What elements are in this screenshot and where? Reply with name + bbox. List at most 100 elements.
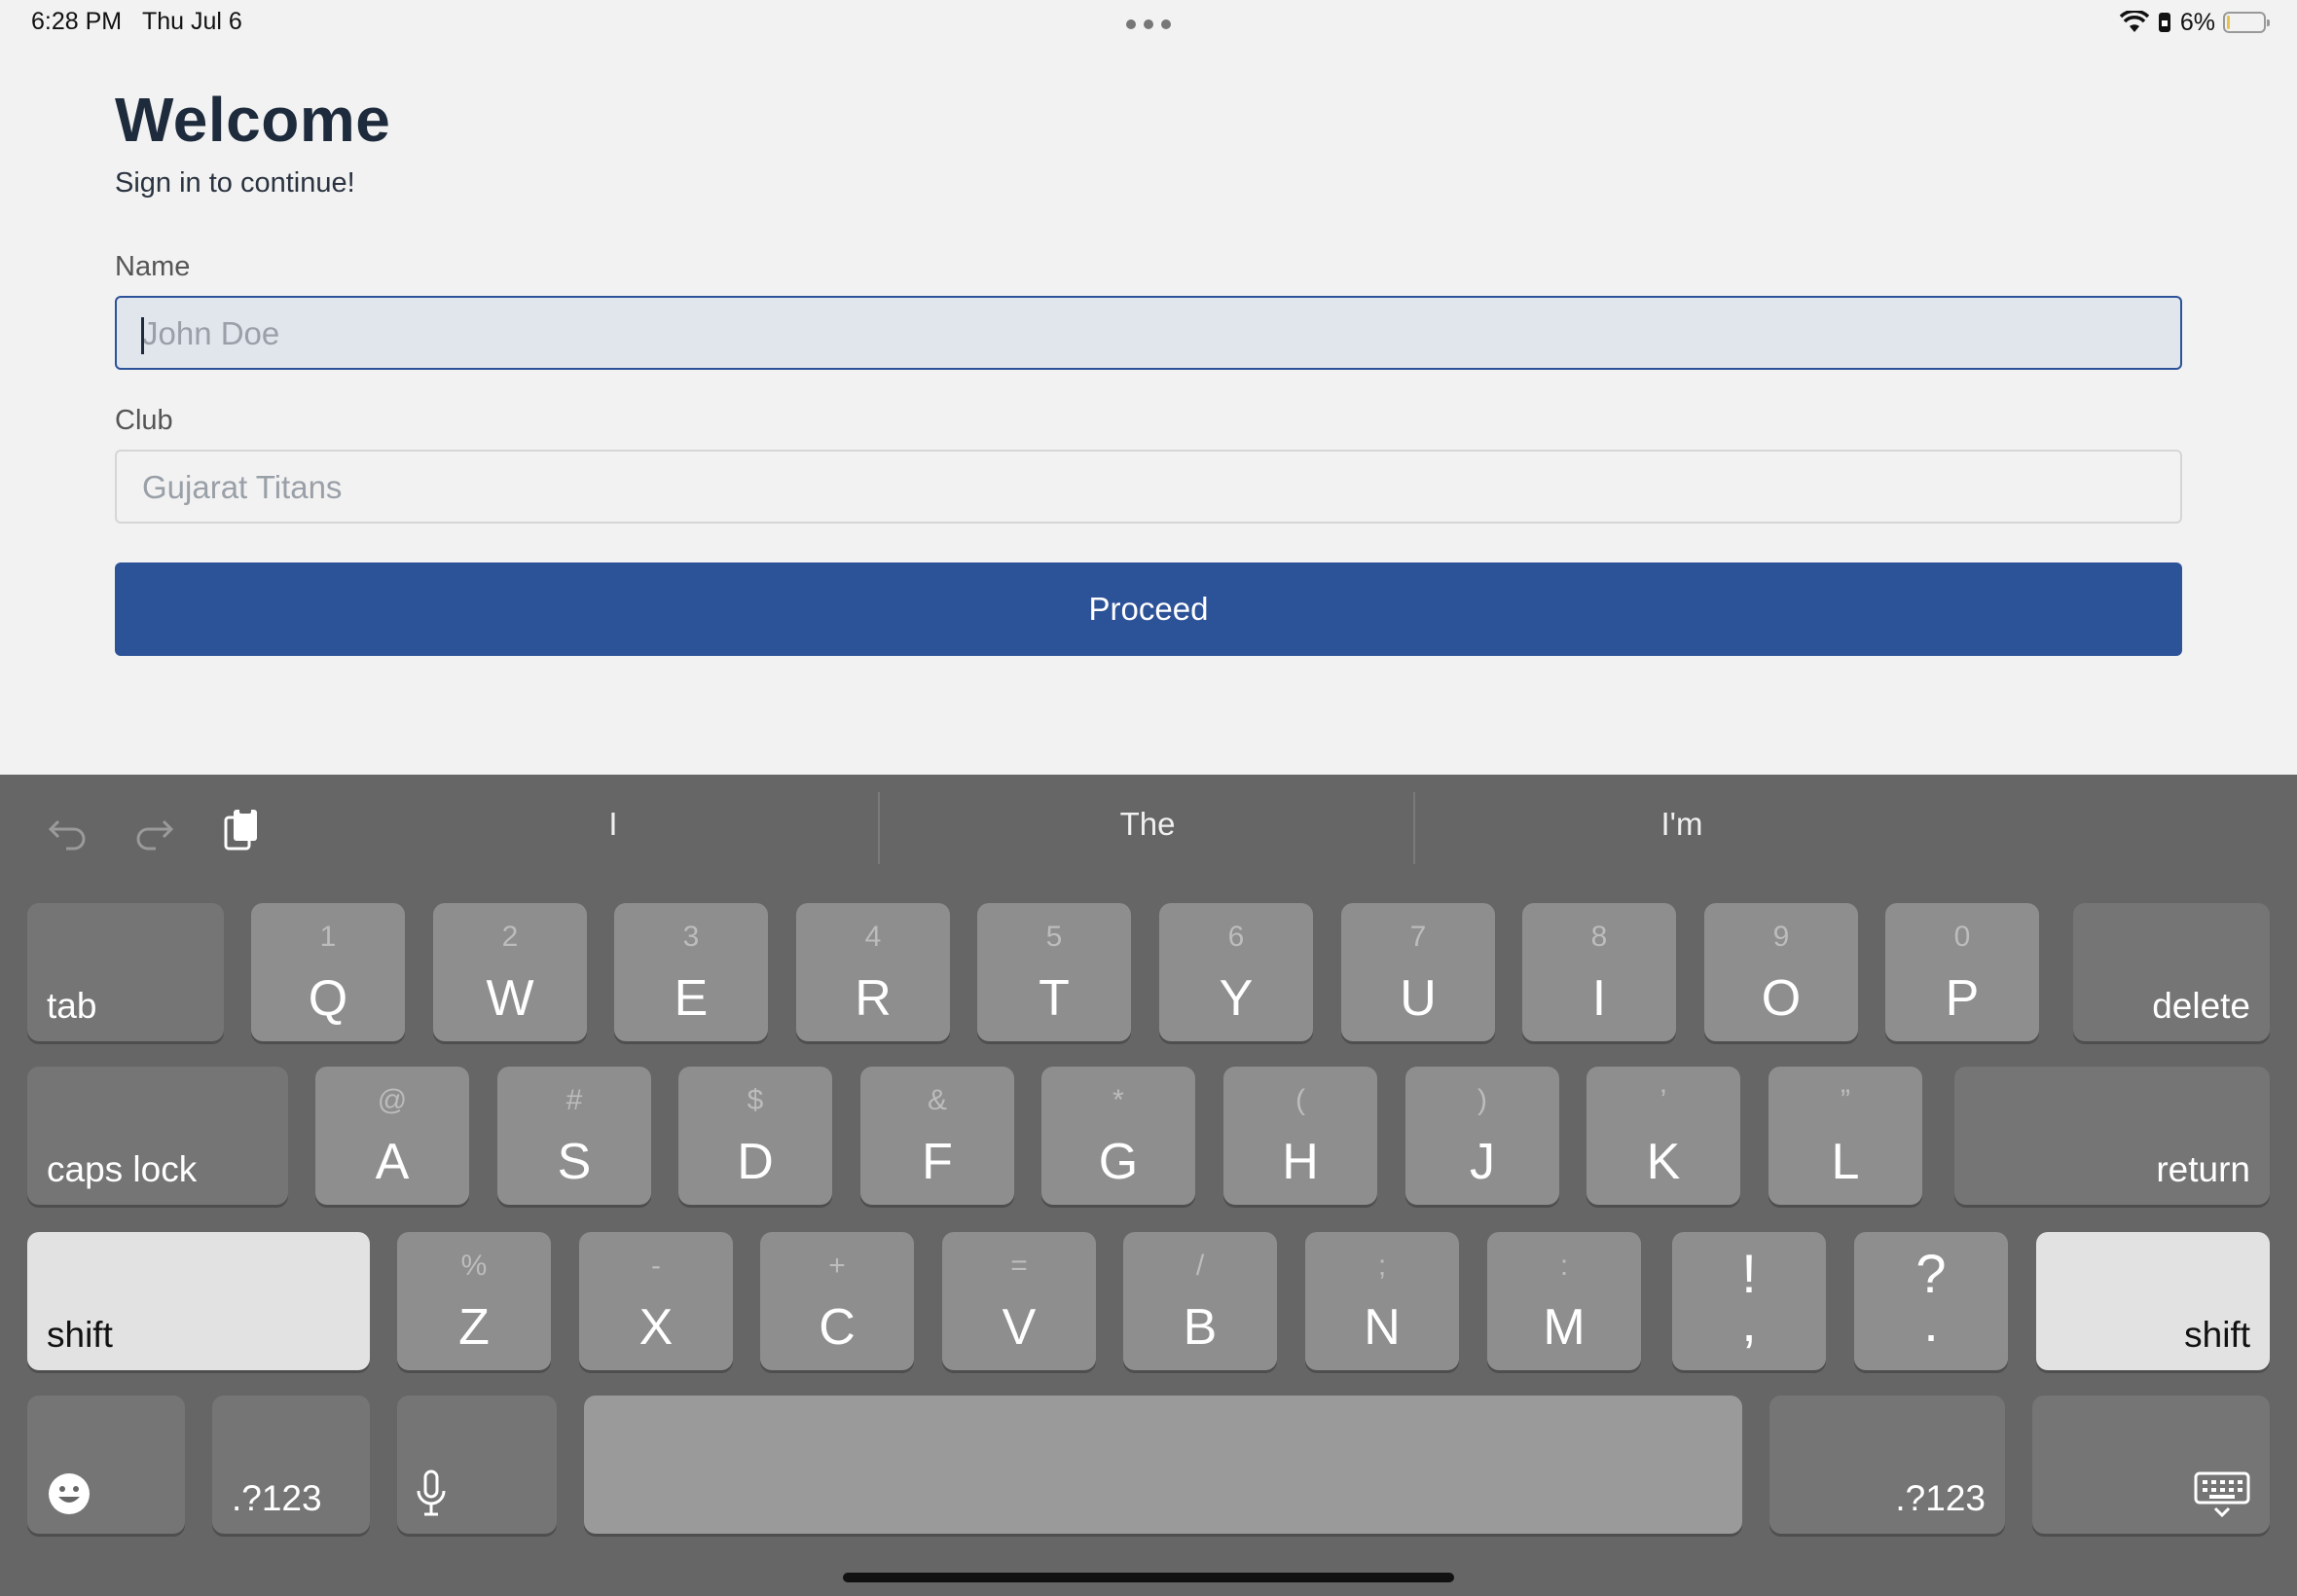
key-primary-label: U	[1400, 970, 1437, 1027]
home-indicator[interactable]	[843, 1573, 1454, 1582]
suggestion-bar: I The I'm	[0, 775, 2297, 884]
key-k[interactable]: ’ K	[1586, 1067, 1740, 1205]
return-key[interactable]: return	[1954, 1067, 2270, 1205]
key-primary-label: Y	[1219, 970, 1254, 1027]
key-d[interactable]: $ D	[678, 1067, 832, 1205]
key-c[interactable]: + C	[760, 1232, 914, 1370]
dismiss-keyboard-key[interactable]	[2032, 1396, 2270, 1534]
key-e[interactable]: 3E	[614, 903, 768, 1041]
key-primary-label: T	[1039, 970, 1070, 1027]
emoji-icon	[49, 1473, 90, 1514]
name-input[interactable]: John Doe	[115, 296, 2182, 370]
key-primary-label: W	[486, 970, 534, 1027]
key-secondary-label: 7	[1409, 921, 1427, 953]
key-v[interactable]: = V	[942, 1232, 1096, 1370]
shift-key-right[interactable]: shift	[2036, 1232, 2270, 1370]
key-secondary-label: ’	[1659, 1084, 1667, 1116]
tab-key[interactable]: tab	[27, 903, 224, 1041]
key-x[interactable]: -X	[579, 1232, 733, 1370]
battery-icon	[2223, 12, 2270, 33]
text-caret	[141, 317, 144, 354]
key-stacked-label: ?.	[1854, 1246, 2008, 1354]
delete-key[interactable]: delete	[2073, 903, 2270, 1041]
key-primary-label: J	[1470, 1134, 1495, 1190]
key-y[interactable]: 6Y	[1159, 903, 1313, 1041]
key-w[interactable]: 2W	[433, 903, 587, 1041]
question-period-key[interactable]: ?.	[1854, 1232, 2008, 1370]
club-input[interactable]: Gujarat Titans	[115, 450, 2182, 524]
caps-lock-key[interactable]: caps lock	[27, 1067, 288, 1205]
redo-icon[interactable]	[128, 804, 179, 854]
key-h[interactable]: (H	[1223, 1067, 1377, 1205]
key-secondary-label: (	[1295, 1084, 1305, 1116]
wifi-icon	[2119, 11, 2149, 32]
key-secondary-label: 5	[1045, 921, 1063, 953]
key-lower-symbol: .	[1923, 1291, 1939, 1354]
key-secondary-label: 2	[501, 921, 519, 953]
lock-rotation-icon	[2158, 13, 2170, 32]
key-s[interactable]: # S	[497, 1067, 651, 1205]
key-j[interactable]: ) J	[1405, 1067, 1559, 1205]
key-a[interactable]: @ A	[315, 1067, 469, 1205]
key-o[interactable]: 9O	[1704, 903, 1858, 1041]
key-primary-label: C	[819, 1299, 856, 1356]
club-placeholder: Gujarat Titans	[142, 469, 343, 505]
suggestion-divider	[878, 792, 880, 864]
key-secondary-label: $	[747, 1084, 764, 1116]
key-primary-label: X	[638, 1299, 674, 1356]
undo-icon[interactable]	[43, 804, 93, 854]
key-primary-label: Q	[308, 970, 348, 1027]
key-m[interactable]: :M	[1487, 1232, 1641, 1370]
key-r[interactable]: 4R	[796, 903, 950, 1041]
proceed-button[interactable]: Proceed	[115, 562, 2182, 656]
key-b[interactable]: / B	[1123, 1232, 1277, 1370]
numbers-key-right[interactable]: .?123	[1769, 1396, 2005, 1534]
emoji-key[interactable]	[27, 1396, 185, 1534]
key-primary-label: S	[557, 1134, 592, 1190]
key-secondary-label: -	[651, 1250, 661, 1282]
key-primary-label: M	[1543, 1299, 1586, 1356]
key-t[interactable]: 5T	[977, 903, 1131, 1041]
key-secondary-label: ”	[1841, 1084, 1850, 1116]
key-secondary-label: )	[1477, 1084, 1487, 1116]
status-time: 6:28 PM Thu Jul 6	[31, 8, 242, 35]
paste-icon[interactable]	[216, 804, 267, 854]
key-f[interactable]: & F	[860, 1067, 1014, 1205]
numbers-key-left[interactable]: .?123	[212, 1396, 370, 1534]
status-indicators: 6%	[2119, 8, 2270, 37]
key-n[interactable]: ; N	[1305, 1232, 1459, 1370]
key-primary-label: Z	[458, 1299, 490, 1356]
key-p[interactable]: 0P	[1885, 903, 2039, 1041]
suggestion-1[interactable]: I	[467, 806, 759, 843]
key-q[interactable]: 1Q	[251, 903, 405, 1041]
key-primary-label: H	[1282, 1134, 1319, 1190]
key-l[interactable]: ” L	[1768, 1067, 1922, 1205]
key-secondary-label: &	[927, 1084, 947, 1116]
shift-key-left[interactable]: shift	[27, 1232, 370, 1370]
key-secondary-label: ;	[1377, 1250, 1387, 1282]
key-secondary-label: +	[828, 1250, 846, 1282]
key-primary-label: E	[674, 970, 709, 1027]
exclamation-comma-key[interactable]: !,	[1672, 1232, 1826, 1370]
key-primary-label: O	[1761, 970, 1802, 1027]
keyboard-dismiss-icon	[2194, 1471, 2250, 1518]
key-secondary-label: 9	[1772, 921, 1790, 953]
key-u[interactable]: 7U	[1341, 903, 1495, 1041]
battery-percent: 6%	[2179, 8, 2215, 36]
key-secondary-label: #	[565, 1084, 583, 1116]
key-z[interactable]: % Z	[397, 1232, 551, 1370]
key-lower-symbol: ,	[1741, 1291, 1757, 1354]
key-secondary-label: :	[1559, 1250, 1569, 1282]
key-secondary-label: 0	[1953, 921, 1971, 953]
key-primary-label: P	[1945, 970, 1980, 1027]
suggestion-3[interactable]: I'm	[1536, 806, 1828, 843]
key-i[interactable]: 8I	[1522, 903, 1676, 1041]
suggestion-2[interactable]: The	[1002, 806, 1294, 843]
multitasking-dots-icon[interactable]	[1126, 19, 1171, 29]
key-g[interactable]: * G	[1041, 1067, 1195, 1205]
key-primary-label: B	[1183, 1299, 1218, 1356]
key-primary-label: R	[855, 970, 892, 1027]
key-primary-label: F	[922, 1134, 953, 1190]
space-key[interactable]	[584, 1396, 1742, 1534]
dictation-key[interactable]	[397, 1396, 557, 1534]
